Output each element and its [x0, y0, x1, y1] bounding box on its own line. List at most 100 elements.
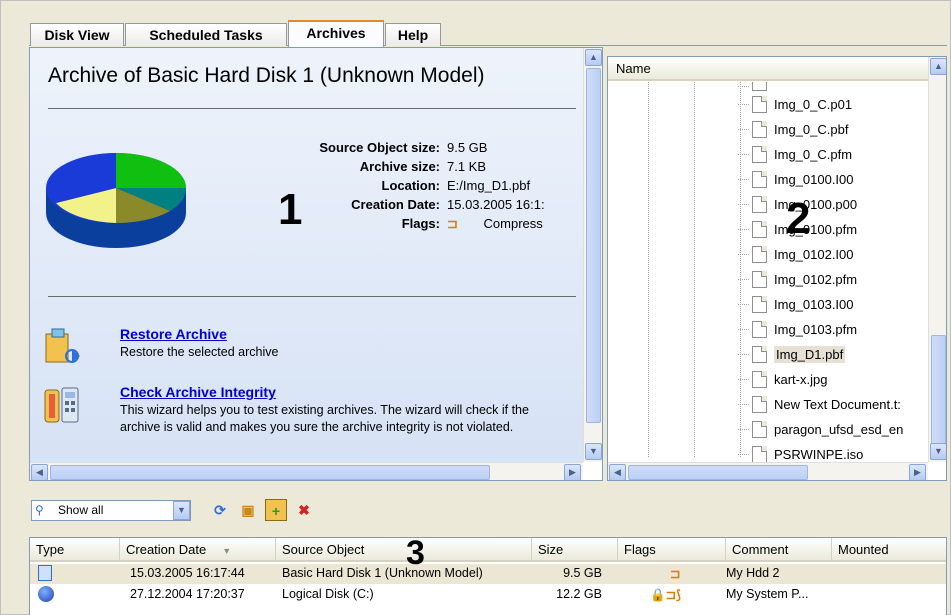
file-icon	[752, 221, 767, 238]
archive-info-panel: Archive of Basic Hard Disk 1 (Unknown Mo…	[29, 47, 603, 481]
archive-properties: Source Object size: 9.5 GB Archive size:…	[240, 140, 580, 235]
file-list-item[interactable]: Img_D1.pbf	[738, 342, 930, 367]
pie-slice-green	[116, 153, 186, 188]
column-header-mounted[interactable]: Mounted	[832, 538, 946, 560]
file-icon	[752, 82, 767, 91]
column-header-creation-date[interactable]: Creation Date ▼	[120, 538, 276, 560]
file-icon	[752, 96, 767, 113]
tab-bar: Disk View Scheduled Tasks Archives Help	[29, 20, 947, 47]
column-header-size[interactable]: Size	[532, 538, 618, 560]
check-integrity-description: This wizard helps you to test existing a…	[120, 403, 529, 434]
file-list-item[interactable]: New Text Document.t:	[738, 392, 930, 417]
scroll-up-icon[interactable]: ▲	[585, 49, 602, 66]
property-value: 15.03.2005 16:1:	[447, 197, 545, 212]
file-list-item[interactable]: Img_0103.I00	[738, 292, 930, 317]
check-integrity-action: Check Archive Integrity This wizard help…	[42, 384, 582, 454]
name-column-header[interactable]: Name	[608, 57, 928, 81]
tab-archives[interactable]: Archives	[288, 20, 384, 47]
chevron-down-icon[interactable]: ▼	[173, 501, 190, 520]
column-header-comment[interactable]: Comment	[726, 538, 832, 560]
delete-archive-icon[interactable]: ✖	[293, 499, 315, 521]
scroll-thumb[interactable]	[628, 465, 808, 480]
property-label: Flags:	[401, 216, 440, 231]
property-value: 7.1 KB	[447, 159, 487, 174]
filter-dropdown[interactable]: ⚲ Show all ▼	[31, 500, 191, 521]
scroll-thumb[interactable]	[586, 68, 601, 423]
tree-connector	[738, 329, 750, 330]
cell-flags: ⊐	[670, 567, 681, 581]
scroll-right-icon[interactable]: ▶	[564, 464, 581, 480]
column-header-label: Creation Date	[126, 542, 207, 557]
file-list-item[interactable]: Img_0102.pfm	[738, 267, 930, 292]
file-icon	[752, 271, 767, 288]
file-list-item[interactable]: Img_0_C.pbf	[738, 117, 930, 142]
file-browser-panel: Name Img_0_C.p01 Img_0_C.pbf Img_0_C.pfm Im…	[607, 56, 947, 481]
file-name: Img_0103.I00	[774, 297, 854, 312]
archive-title: Archive of Basic Hard Disk 1 (Unknown Mo…	[48, 64, 485, 87]
restore-archive-description: Restore the selected archive	[120, 345, 279, 359]
tree-connector	[738, 179, 750, 180]
panel2-vertical-scrollbar[interactable]: ▲ ▼	[928, 57, 946, 462]
flag-text: Compress	[483, 216, 543, 231]
file-list-item[interactable]: Img_0103.pfm	[738, 317, 930, 342]
file-list-item[interactable]: Img_0_C.pfm	[738, 142, 930, 167]
column-header-source-object[interactable]: Source Object	[276, 538, 532, 560]
file-icon	[752, 421, 767, 438]
panel1-horizontal-scrollbar[interactable]: ◀ ▶	[30, 462, 583, 480]
region-marker-3: 3	[406, 537, 425, 572]
panel1-vertical-scrollbar[interactable]: ▲ ▼	[583, 48, 602, 462]
scroll-left-icon[interactable]: ◀	[31, 464, 48, 480]
file-icon	[752, 146, 767, 163]
cell-size: 9.5 GB	[563, 566, 602, 580]
file-list-item[interactable]: Img_0100.pfm	[738, 217, 930, 242]
open-archive-icon[interactable]: ▣	[237, 499, 259, 521]
tree-connector	[738, 304, 750, 305]
scroll-thumb[interactable]	[50, 465, 490, 480]
file-list-item[interactable]: Img_0100.p00	[738, 192, 930, 217]
scroll-down-icon[interactable]: ▼	[585, 443, 602, 460]
tree-connector	[738, 129, 750, 130]
column-header-type[interactable]: Type	[30, 538, 120, 560]
restore-archive-link[interactable]: Restore Archive	[120, 326, 227, 342]
file-icon	[752, 346, 767, 363]
file-list-item[interactable]: Img_0100.I00	[738, 167, 930, 192]
scroll-right-icon[interactable]: ▶	[909, 464, 926, 480]
panel2-horizontal-scrollbar[interactable]: ◀ ▶	[608, 462, 928, 480]
file-icon	[752, 296, 767, 313]
tree-connector	[738, 104, 750, 105]
scroll-down-icon[interactable]: ▼	[930, 443, 946, 460]
file-list-item[interactable]: Img_0102.I00	[738, 242, 930, 267]
tree-guide	[694, 82, 695, 457]
property-label: Archive size:	[359, 159, 440, 174]
property-value: E:/Img_D1.pbf	[447, 178, 531, 193]
table-row[interactable]: 15.03.2005 16:17:44 Basic Hard Disk 1 (U…	[30, 564, 946, 584]
file-icon	[752, 446, 767, 463]
scroll-thumb[interactable]	[931, 335, 946, 445]
check-integrity-link[interactable]: Check Archive Integrity	[120, 384, 276, 400]
file-list-item[interactable]: Img_0_C.p01	[738, 92, 930, 117]
scroll-up-icon[interactable]: ▲	[930, 58, 946, 75]
column-header-flags[interactable]: Flags	[618, 538, 726, 560]
tree-connector	[738, 279, 750, 280]
sort-desc-icon: ▼	[222, 546, 232, 556]
file-name: PSRWINPE.iso	[774, 447, 864, 462]
file-list-item[interactable]: paragon_ufsd_esd_en	[738, 417, 930, 442]
tab-scheduled-tasks[interactable]: Scheduled Tasks	[125, 23, 287, 46]
tab-help[interactable]: Help	[385, 23, 441, 46]
file-list-item[interactable]: kart-x.jpg	[738, 367, 930, 392]
file-name: Img_0_C.pbf	[774, 122, 849, 137]
property-label: Source Object size:	[319, 140, 440, 155]
refresh-icon[interactable]: ⟳	[209, 499, 231, 521]
add-archive-icon[interactable]: +	[265, 499, 287, 521]
file-name: Img_0103.pfm	[774, 322, 858, 337]
table-row[interactable]: 27.12.2004 17:20:37 Logical Disk (C:) 12…	[30, 585, 946, 605]
tree-connector	[738, 154, 750, 155]
scroll-left-icon[interactable]: ◀	[609, 464, 626, 480]
tab-disk-view[interactable]: Disk View	[30, 23, 124, 46]
app-window: Disk View Scheduled Tasks Archives Help …	[0, 0, 951, 615]
file-list-item[interactable]	[738, 82, 930, 92]
file-icon	[752, 321, 767, 338]
cell-comment: My Hdd 2	[726, 566, 780, 580]
file-icon	[752, 246, 767, 263]
file-icon	[752, 121, 767, 138]
